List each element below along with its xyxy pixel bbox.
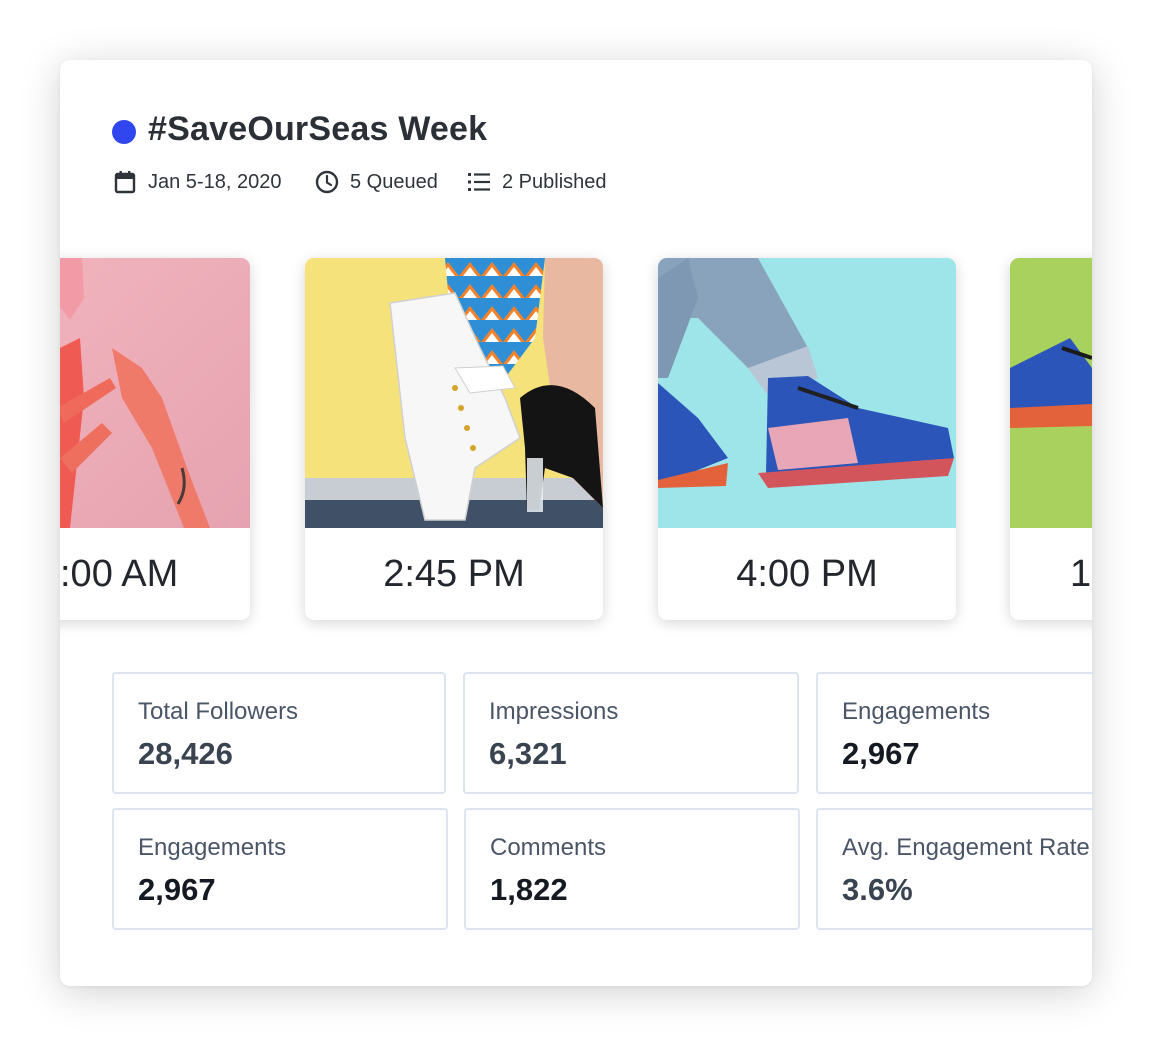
stat-value: 2,967 bbox=[138, 872, 216, 907]
queued-label: 5 Queued bbox=[350, 170, 438, 193]
stat-value: 28,426 bbox=[138, 736, 233, 771]
stat-total-followers: Total Followers 28,426 bbox=[112, 672, 446, 794]
campaign-title: #SaveOurSeas Week bbox=[148, 110, 488, 148]
stat-label: Avg. Engagement Rate bbox=[842, 834, 1090, 861]
stat-engagements: Engagements 2,967 bbox=[816, 672, 1092, 794]
queued-count: 5 Queued bbox=[314, 168, 438, 196]
post-time: 2:45 PM bbox=[383, 552, 525, 595]
post-time: :00 AM bbox=[60, 552, 179, 595]
post-time: 1 bbox=[1070, 552, 1092, 595]
post-image bbox=[305, 258, 603, 528]
campaign-color-dot bbox=[112, 120, 136, 144]
post-time: 4:00 PM bbox=[736, 552, 878, 595]
scheduled-post[interactable]: 4:00 PM bbox=[658, 258, 956, 620]
post-image bbox=[1010, 258, 1092, 528]
published-count: 2 Published bbox=[466, 168, 607, 196]
stat-impressions: Impressions 6,321 bbox=[463, 672, 799, 794]
list-icon bbox=[466, 169, 492, 195]
stat-value: 6,321 bbox=[489, 736, 567, 771]
date-range: Jan 5-18, 2020 bbox=[112, 168, 281, 196]
stat-engagements: Engagements 2,967 bbox=[112, 808, 448, 930]
scheduled-post[interactable]: 2:45 PM bbox=[305, 258, 603, 620]
stat-label: Engagements bbox=[138, 834, 287, 861]
stat-avg-engagement-rate: Avg. Engagement Rate 3.6% bbox=[816, 808, 1092, 930]
calendar-icon bbox=[112, 169, 138, 195]
stat-comments: Comments 1,822 bbox=[464, 808, 800, 930]
post-image bbox=[60, 258, 250, 528]
clock-icon bbox=[314, 169, 340, 195]
campaign-card: #SaveOurSeas Week Jan 5-18, 2020 5 Queue… bbox=[60, 60, 1092, 986]
scheduled-post[interactable]: 1 bbox=[1010, 258, 1092, 620]
scheduled-post[interactable]: :00 AM bbox=[60, 258, 250, 620]
stat-value: 3.6% bbox=[842, 872, 913, 907]
stat-label: Engagements bbox=[842, 698, 991, 725]
post-image bbox=[658, 258, 956, 528]
date-range-label: Jan 5-18, 2020 bbox=[148, 170, 282, 193]
stat-label: Comments bbox=[490, 834, 607, 861]
stat-value: 2,967 bbox=[842, 736, 920, 771]
stat-label: Total Followers bbox=[138, 698, 299, 725]
stat-label: Impressions bbox=[489, 698, 619, 725]
published-label: 2 Published bbox=[502, 170, 607, 193]
stat-value: 1,822 bbox=[490, 872, 568, 907]
